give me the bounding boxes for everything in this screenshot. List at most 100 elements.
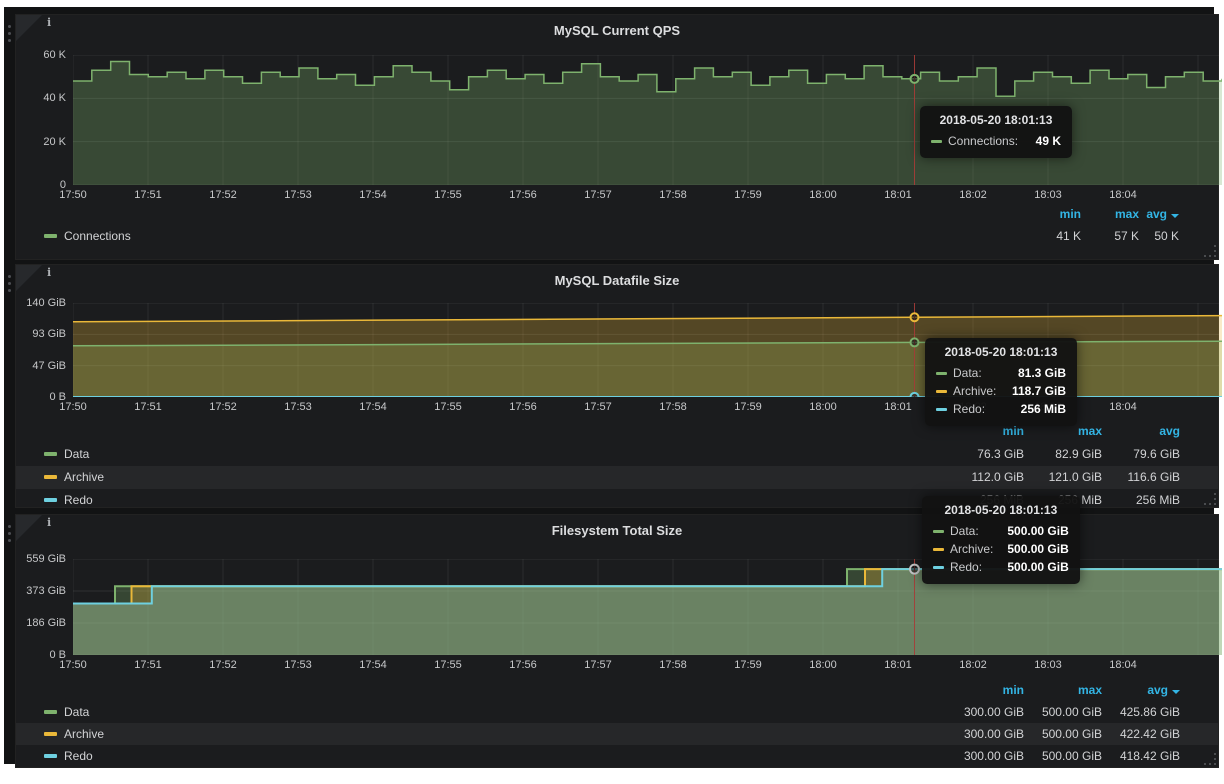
legend: minmaxavgConnections41 K57 K50 K <box>16 203 1218 247</box>
series-stat-value: 418.42 GiB <box>1090 745 1180 767</box>
series-label[interactable]: Data <box>64 705 89 719</box>
y-tick-label: 93 GiB <box>20 328 66 340</box>
x-tick-label: 18:04 <box>1101 401 1145 413</box>
tooltip-series-value: 49 K <box>1036 134 1061 148</box>
legend-sort-min[interactable]: min <box>934 679 1024 701</box>
series-swatch-icon[interactable] <box>44 234 57 238</box>
x-tick-label: 17:58 <box>651 401 695 413</box>
y-tick-label: 186 GiB <box>20 617 66 629</box>
x-tick-label: 18:01 <box>876 659 920 671</box>
tooltip-series-name: Data: <box>950 524 1007 538</box>
panel-resize-handle[interactable] <box>1204 245 1216 257</box>
legend-row: Archive112.0 GiB121.0 GiB116.6 GiB <box>16 466 1218 489</box>
series-label[interactable]: Redo <box>64 493 93 507</box>
series-stat-value: 112.0 GiB <box>934 466 1024 489</box>
legend-sort-avg[interactable]: avg <box>1089 203 1179 225</box>
tooltip-row: Archive:118.7 GiB <box>936 382 1066 400</box>
tooltip-row: Connections:49 K <box>931 132 1061 150</box>
x-tick-label: 17:55 <box>426 659 470 671</box>
series-swatch-icon[interactable] <box>44 498 57 502</box>
legend-row: Data300.00 GiB500.00 GiB425.86 GiB <box>16 701 1218 723</box>
series-swatch-icon <box>936 408 947 411</box>
legend-row: Archive300.00 GiB500.00 GiB422.42 GiB <box>16 723 1218 745</box>
legend-header-row: minmaxavg <box>16 679 1218 701</box>
series-swatch-icon[interactable] <box>44 452 57 456</box>
y-tick-label: 373 GiB <box>20 585 66 597</box>
panel-title[interactable]: MySQL Datafile Size <box>16 273 1218 288</box>
series-label[interactable]: Archive <box>64 727 104 741</box>
series-swatch-icon <box>933 530 944 533</box>
x-tick-label: 18:00 <box>801 401 845 413</box>
tooltip-series-name: Archive: <box>953 384 1012 398</box>
tooltip-series-value: 81.3 GiB <box>1018 366 1066 380</box>
row-drag-handle[interactable] <box>5 521 13 543</box>
series-label[interactable]: Archive <box>64 470 104 484</box>
x-tick-label: 17:56 <box>501 189 545 201</box>
x-tick-label: 17:50 <box>51 659 95 671</box>
legend-row: Connections41 K57 K50 K <box>16 225 1218 247</box>
tooltip-series-value: 500.00 GiB <box>1007 542 1068 556</box>
x-tick-label: 17:53 <box>276 189 320 201</box>
x-tick-label: 17:52 <box>201 659 245 671</box>
x-tick-label: 17:52 <box>201 401 245 413</box>
x-tick-label: 17:55 <box>426 189 470 201</box>
x-tick-label: 18:04 <box>1101 659 1145 671</box>
x-tick-label: 18:00 <box>801 659 845 671</box>
y-tick-label: 47 GiB <box>20 360 66 372</box>
y-tick-label: 60 K <box>20 49 66 61</box>
tooltip-series-name: Archive: <box>950 542 1007 556</box>
legend-sort-avg[interactable]: avg <box>1090 679 1180 701</box>
x-tick-label: 18:01 <box>876 189 920 201</box>
series-swatch-icon <box>933 548 944 551</box>
tooltip-series-value: 118.7 GiB <box>1012 384 1066 398</box>
x-tick-label: 17:57 <box>576 401 620 413</box>
row-drag-handle[interactable] <box>5 21 13 43</box>
x-tick-label: 18:02 <box>951 659 995 671</box>
series-swatch-icon[interactable] <box>44 732 57 736</box>
series-swatch-icon[interactable] <box>44 754 57 758</box>
x-tick-label: 18:02 <box>951 189 995 201</box>
tooltip-series-value: 256 MiB <box>1021 402 1066 416</box>
legend-header-row: minmaxavg <box>16 203 1218 225</box>
panel-resize-handle[interactable] <box>1204 493 1216 505</box>
series-swatch-icon[interactable] <box>44 710 57 714</box>
x-tick-label: 17:59 <box>726 659 770 671</box>
legend-row: Data76.3 GiB82.9 GiB79.6 GiB <box>16 443 1218 466</box>
x-tick-label: 17:54 <box>351 189 395 201</box>
series-stat-value: 425.86 GiB <box>1090 701 1180 723</box>
row-drag-handle[interactable] <box>5 271 13 293</box>
tooltip-row: Redo:500.00 GiB <box>933 558 1069 576</box>
series-stat-value: 500.00 GiB <box>1012 723 1102 745</box>
legend-sort-max[interactable]: max <box>1012 679 1102 701</box>
panel-resize-handle[interactable] <box>1204 753 1216 765</box>
tooltip-series-value: 500.00 GiB <box>1007 560 1068 574</box>
panel-title[interactable]: MySQL Current QPS <box>16 23 1218 38</box>
legend-row: Redo300.00 GiB500.00 GiB418.42 GiB <box>16 745 1218 767</box>
series-swatch-icon[interactable] <box>44 475 57 479</box>
series-swatch-icon <box>936 372 947 375</box>
x-tick-label: 17:51 <box>126 401 170 413</box>
legend: minmaxavg Data 300.00 GiB500.00 GiB425.86 … <box>16 679 1218 767</box>
series-label[interactable]: Redo <box>64 749 93 763</box>
y-tick-label: 40 K <box>20 92 66 104</box>
x-tick-label: 17:59 <box>726 401 770 413</box>
series-stat-value: 79.6 GiB <box>1090 443 1180 466</box>
x-tick-label: 17:50 <box>51 401 95 413</box>
x-tick-label: 17:54 <box>351 659 395 671</box>
legend-sort-avg[interactable]: avg <box>1090 420 1180 443</box>
series-stat-value: 300.00 GiB <box>934 745 1024 767</box>
series-stat-value: 76.3 GiB <box>934 443 1024 466</box>
series-label[interactable]: Data <box>64 447 89 461</box>
x-tick-label: 18:03 <box>1026 189 1070 201</box>
caret-down-icon <box>1171 214 1179 218</box>
x-tick-label: 17:52 <box>201 189 245 201</box>
series-stat-value: 300.00 GiB <box>934 701 1024 723</box>
series-label[interactable]: Connections <box>64 229 131 243</box>
tooltip-series-value: 500.00 GiB <box>1007 524 1068 538</box>
x-tick-label: 17:51 <box>126 659 170 671</box>
x-tick-label: 17:59 <box>726 189 770 201</box>
x-tick-label: 18:03 <box>1026 659 1070 671</box>
y-tick-label: 140 GiB <box>20 297 66 309</box>
series-stat-value: 116.6 GiB <box>1090 466 1180 489</box>
tooltip-timestamp: 2018-05-20 18:01:13 <box>933 503 1069 517</box>
